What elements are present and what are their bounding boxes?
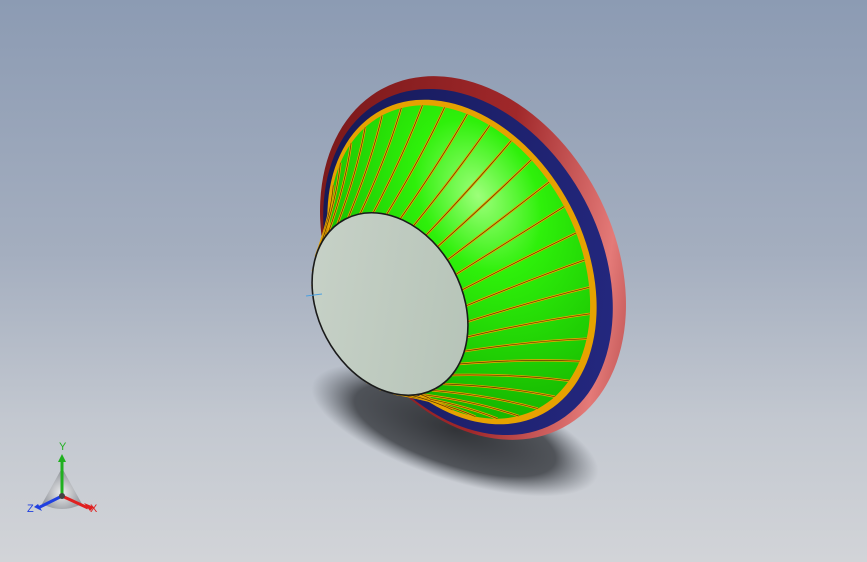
model-view[interactable]: [0, 0, 867, 562]
graphics-viewport[interactable]: Y X Z: [0, 0, 867, 562]
triad-x-label: X: [90, 503, 98, 515]
triad-z-label: Z: [27, 503, 34, 515]
view-triad[interactable]: Y X Z: [24, 442, 104, 520]
triad-y-label: Y: [59, 441, 67, 453]
